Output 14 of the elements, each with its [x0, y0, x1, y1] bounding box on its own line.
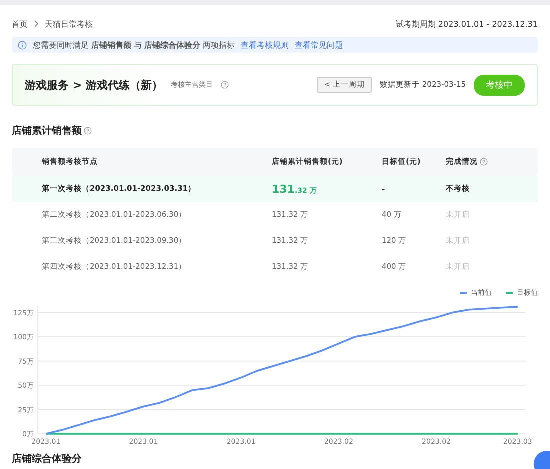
help-icon: [480, 158, 488, 166]
breadcrumb-link[interactable]: 首页: [12, 18, 28, 30]
notice-text: 您需要同时满足 店铺销售额 与 店铺综合体验分 两项指标: [33, 40, 236, 50]
link[interactable]: 查看常见问题: [295, 40, 344, 50]
help-icon: [84, 127, 92, 135]
help-icon: [220, 81, 229, 89]
info-icon: [18, 40, 27, 50]
period-text: 试考期周期 2023.01.01 - 2023.12.31: [396, 18, 538, 30]
section-title: 店铺累计销售额: [12, 124, 82, 138]
chevron-icon: [34, 20, 39, 28]
section-title: 店铺综合体验分: [12, 452, 83, 466]
breadcrumb-current: 天猫日常考核: [45, 18, 93, 30]
category-title: 游戏服务 > 游戏代练（新）: [25, 78, 163, 92]
link[interactable]: 查看考核规则: [241, 40, 290, 50]
